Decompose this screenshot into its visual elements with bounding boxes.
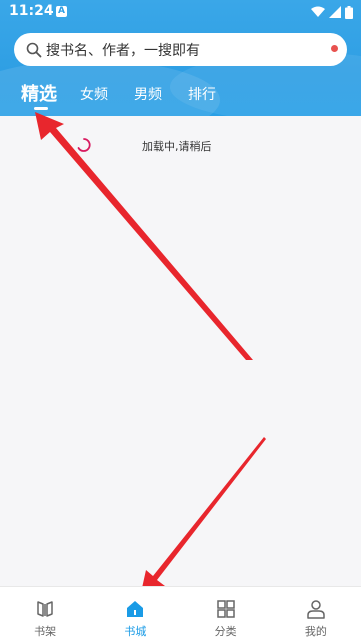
person-icon — [307, 600, 325, 619]
grid-icon — [216, 600, 235, 618]
nav-profile[interactable]: 我的 — [271, 587, 361, 643]
nav-label-bookshelf: 书架 — [34, 625, 57, 638]
nav-label-profile: 我的 — [304, 625, 327, 638]
nav-label-category: 分类 — [214, 625, 237, 638]
nav-bookstore[interactable]: 书城 — [90, 587, 180, 643]
annotation-arrow-to-tab — [35, 112, 253, 360]
nav-label-bookstore: 书城 — [124, 625, 147, 638]
nav-bookshelf[interactable]: 书架 — [0, 587, 90, 643]
annotation-arrow-to-bookstore — [140, 437, 266, 597]
nav-category[interactable]: 分类 — [181, 587, 271, 643]
annotation-arrows — [35, 112, 266, 597]
bookshelf-icon — [37, 601, 53, 617]
bottom-nav: 书架 书城 分类 我的 — [0, 586, 361, 643]
home-icon — [127, 601, 144, 617]
